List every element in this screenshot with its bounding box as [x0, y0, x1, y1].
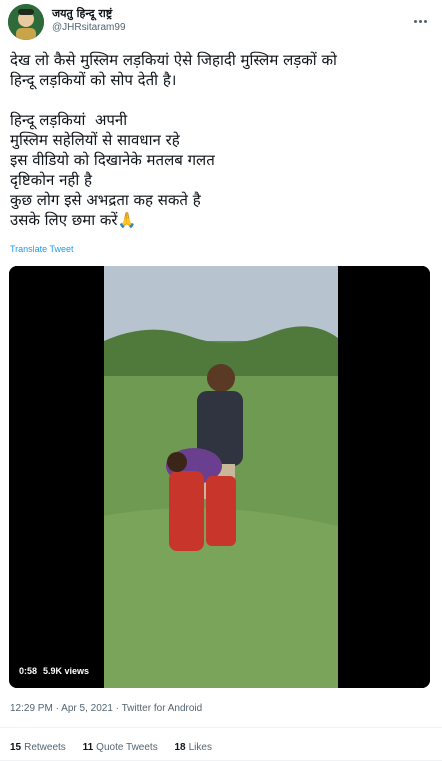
separator-dot: · [115, 703, 120, 714]
likes-stat[interactable]: 18 Likes [174, 742, 211, 753]
avatar[interactable] [8, 4, 44, 40]
tweet-source[interactable]: Twitter for Android [122, 703, 203, 714]
tweet-timestamp: 12:29 PM · Apr 5, 2021 · Twitter for And… [10, 703, 202, 714]
more-options-icon[interactable] [414, 8, 430, 23]
video-views: 5.9K views [43, 666, 90, 676]
video-meta: 0:58 5.9K views [14, 664, 101, 678]
quote-tweets-stat[interactable]: 11 Quote Tweets [83, 742, 158, 753]
video-player[interactable] [9, 266, 430, 688]
user-handle[interactable]: @JHRsitaram99 [52, 22, 126, 33]
tweet-header: जयतु हिन्दू राष्ट्रं @JHRsitaram99 [0, 0, 442, 44]
divider [0, 727, 442, 728]
tweet-text: देख लो कैसे मुस्लिम लड़कियां ऐसे जिहादी … [10, 51, 337, 229]
tweet-stats: 15 Retweets 11 Quote Tweets 18 Likes [10, 742, 226, 753]
separator-dot: · [55, 703, 59, 714]
display-name[interactable]: जयतु हिन्दू राष्ट्रं [52, 6, 112, 21]
video-frame [9, 266, 430, 688]
translate-tweet-link[interactable]: Translate Tweet [10, 244, 74, 254]
tweet-date[interactable]: Apr 5, 2021 [61, 703, 113, 714]
video-duration: 0:58 [19, 666, 38, 676]
retweets-stat[interactable]: 15 Retweets [10, 742, 66, 753]
tweet-time[interactable]: 12:29 PM [10, 703, 53, 714]
